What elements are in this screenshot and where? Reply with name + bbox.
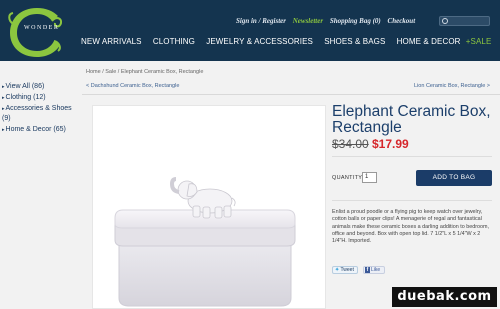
nav-clothing[interactable]: CLOTHING [153, 37, 195, 46]
category-label: Accessories & Shoes (9) [2, 105, 72, 122]
main-nav: NEW ARRIVALS CLOTHING JEWELRY & ACCESSOR… [81, 37, 500, 46]
nav-new-arrivals[interactable]: NEW ARRIVALS [81, 37, 142, 46]
search-icon[interactable] [442, 18, 448, 24]
elephant-box-illustration [114, 177, 296, 307]
newsletter-link[interactable]: Newsletter [293, 17, 323, 25]
category-sidebar: ▸View All (86) ▸Clothing (12) ▸Accessori… [2, 82, 80, 136]
nav-jewelry-accessories[interactable]: JEWELRY & ACCESSORIES [206, 37, 313, 46]
category-label: Home & Decor (65) [5, 126, 66, 133]
like-label: Like [371, 267, 381, 273]
bullet-arrow-icon: ▸ [2, 127, 5, 133]
quantity-input[interactable]: 1 [362, 172, 377, 183]
breadcrumb[interactable]: Home / Sale / Elephant Ceramic Box, Rect… [86, 69, 203, 75]
product-image[interactable] [92, 105, 326, 309]
facebook-like-button[interactable]: f Like [363, 266, 385, 274]
bullet-arrow-icon: ▸ [2, 106, 5, 112]
add-to-bag-button[interactable]: ADD TO BAG [416, 170, 492, 186]
bullet-arrow-icon: ▸ [2, 84, 5, 90]
nav-sale[interactable]: +SALE [466, 37, 492, 46]
facebook-icon: f [365, 267, 370, 273]
category-accessories-shoes[interactable]: ▸Accessories & Shoes (9) [2, 104, 80, 124]
watermark: duebak.com [392, 287, 497, 307]
next-product-link[interactable]: Lion Ceramic Box, Rectangle > [414, 83, 490, 89]
nav-shoes-bags[interactable]: SHOES & BAGS [324, 37, 385, 46]
site-header: WONDER Sign in / Register Newsletter Sho… [0, 0, 500, 61]
category-home-decor[interactable]: ▸Home & Decor (65) [2, 125, 80, 135]
tweet-button[interactable]: ✦ Tweet [332, 266, 358, 274]
sale-price: $17.99 [372, 137, 409, 151]
bullet-arrow-icon: ▸ [2, 95, 5, 101]
divider [82, 94, 500, 95]
search-input[interactable] [439, 16, 490, 26]
account-links: Sign in / Register Newsletter Shopping B… [236, 17, 420, 25]
checkout-link[interactable]: Checkout [388, 17, 416, 25]
category-clothing[interactable]: ▸Clothing (12) [2, 93, 80, 103]
category-label: View All (86) [5, 83, 45, 90]
signin-link[interactable]: Sign in / Register [236, 17, 286, 25]
original-price: $34.00 [332, 137, 369, 151]
wonder-logo[interactable] [6, 4, 68, 60]
product-title: Elephant Ceramic Box, Rectangle [332, 103, 491, 136]
shopping-bag-link[interactable]: Shopping Bag (0) [330, 17, 381, 25]
divider [332, 200, 492, 201]
nav-home-decor[interactable]: HOME & DECOR [397, 37, 461, 46]
logo-wordmark: WONDER [24, 25, 60, 31]
quantity-label: QUANTITY [332, 175, 363, 181]
twitter-bird-icon: ✦ [335, 267, 340, 273]
product-description: Enlist a proud poodle or a flying pig to… [332, 209, 490, 245]
divider [332, 156, 492, 157]
previous-product-link[interactable]: < Dachshund Ceramic Box, Rectangle [86, 83, 179, 89]
category-label: Clothing (12) [5, 94, 46, 101]
category-view-all[interactable]: ▸View All (86) [2, 82, 80, 92]
tweet-label: Tweet [340, 267, 354, 273]
